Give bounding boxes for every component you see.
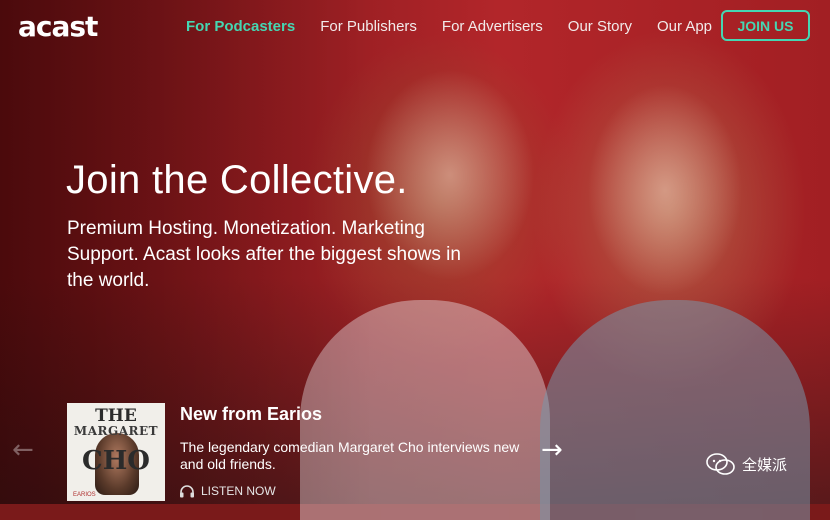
hero-headline: Join the Collective.	[66, 158, 408, 202]
wechat-icon	[706, 453, 735, 475]
headphones-icon	[180, 485, 194, 498]
featured-title[interactable]: New from Earios	[180, 404, 322, 425]
nav-our-app[interactable]: Our App	[657, 18, 712, 35]
cover-brand: EARIOS	[73, 492, 96, 498]
nav-for-publishers[interactable]: For Publishers	[320, 18, 417, 35]
featured-description: The legendary comedian Margaret Cho inte…	[180, 439, 520, 472]
nav-for-podcasters[interactable]: For Podcasters	[186, 18, 295, 35]
listen-now-label: LISTEN NOW	[201, 484, 276, 498]
join-us-button[interactable]: JOIN US	[721, 10, 810, 41]
arrow-left-icon[interactable]: ←	[12, 437, 34, 463]
cover-title: THE MARGARET CHO	[73, 406, 159, 476]
watermark-text: 全媒派	[742, 455, 788, 474]
acast-logo[interactable]: acast	[18, 10, 98, 43]
hero-subtext: Premium Hosting. Monetization. Marketing…	[67, 218, 461, 291]
watermark: 全媒派	[706, 453, 787, 475]
nav-our-story[interactable]: Our Story	[568, 18, 632, 35]
main-nav: For Podcasters For Publishers For Advert…	[186, 18, 737, 35]
podcast-cover[interactable]: THE MARGARET CHO EARIOS	[67, 403, 165, 501]
arrow-right-icon[interactable]: →	[541, 437, 563, 463]
listen-now-link[interactable]: LISTEN NOW	[179, 484, 276, 498]
nav-for-advertisers[interactable]: For Advertisers	[442, 18, 543, 35]
